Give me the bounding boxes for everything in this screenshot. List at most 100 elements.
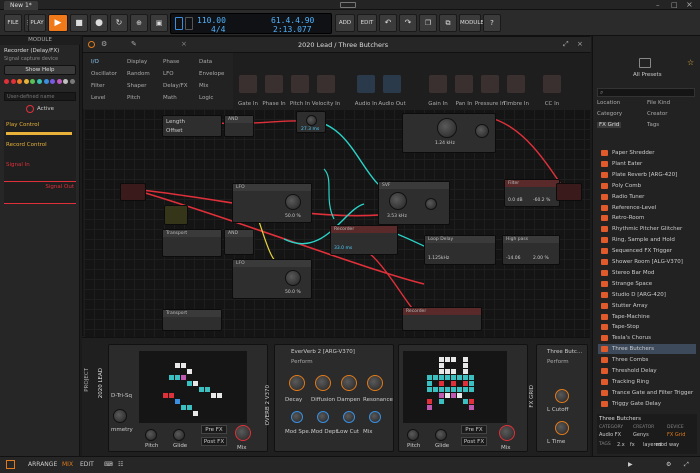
color-swatch[interactable] bbox=[63, 79, 69, 84]
module-category[interactable]: Random bbox=[127, 71, 150, 77]
pattern-cell[interactable] bbox=[463, 387, 468, 392]
filter-module-top[interactable]: 1.24 kHz bbox=[402, 113, 496, 153]
reverb-knob[interactable] bbox=[367, 375, 383, 391]
pattern-cell[interactable] bbox=[433, 387, 438, 392]
undo-icon[interactable]: ↶ bbox=[379, 14, 397, 32]
tag[interactable]: 2.x bbox=[617, 442, 625, 448]
play-button[interactable]: ▶ bbox=[48, 14, 68, 32]
post-fx-button[interactable]: Post FX bbox=[201, 437, 227, 446]
redo-icon[interactable]: ↷ bbox=[399, 14, 417, 32]
pattern-cell[interactable] bbox=[457, 393, 462, 398]
beat-position[interactable]: 61.4.4.90 bbox=[271, 16, 314, 25]
pattern-cell[interactable] bbox=[187, 369, 192, 374]
pattern-cell[interactable] bbox=[439, 375, 444, 380]
value-knob[interactable] bbox=[306, 115, 317, 126]
tempo-value[interactable]: 110.00 bbox=[197, 16, 226, 25]
pattern-cell[interactable] bbox=[439, 357, 444, 362]
pattern-cell[interactable] bbox=[445, 387, 450, 392]
preset-item[interactable]: Retro-Room bbox=[598, 213, 696, 223]
signal-out-port[interactable]: Signal Out bbox=[4, 182, 76, 204]
module-button[interactable]: MODULE bbox=[459, 14, 484, 32]
io-icon[interactable] bbox=[543, 75, 561, 93]
pattern-cell[interactable] bbox=[469, 387, 474, 392]
settings-icon[interactable]: ⚙ bbox=[666, 461, 671, 468]
pattern-cell[interactable] bbox=[199, 387, 204, 392]
color-swatch[interactable] bbox=[10, 79, 16, 84]
lfo-module[interactable]: LFO 50.0 % bbox=[232, 183, 312, 223]
copy-icon[interactable]: ❐ bbox=[419, 14, 437, 32]
resonance-knob[interactable] bbox=[475, 124, 489, 138]
duplicate-icon[interactable]: ⧉ bbox=[439, 14, 457, 32]
pre-fx-button[interactable]: Pre FX bbox=[201, 425, 227, 434]
svf-mod-knob[interactable] bbox=[425, 198, 437, 210]
svf-cutoff-knob[interactable] bbox=[389, 192, 407, 210]
perform-dropdown-2[interactable]: Perform bbox=[547, 359, 569, 365]
io-icon[interactable] bbox=[383, 75, 401, 93]
reverb-knob-2[interactable] bbox=[317, 411, 329, 423]
edit-button[interactable]: EDIT bbox=[357, 14, 377, 32]
color-swatch[interactable] bbox=[4, 79, 9, 84]
mixer-icon[interactable]: ☷ bbox=[118, 461, 123, 468]
power-icon[interactable] bbox=[26, 105, 34, 113]
edit-tab[interactable]: EDIT bbox=[80, 461, 94, 468]
tag[interactable]: way bbox=[669, 442, 679, 448]
module-category[interactable]: Phase bbox=[163, 59, 179, 65]
pattern-cell[interactable] bbox=[439, 369, 444, 374]
glide-knob-2[interactable] bbox=[435, 429, 447, 441]
glide-knob[interactable] bbox=[173, 429, 185, 441]
preset-item[interactable]: Stereo Bar Mod bbox=[598, 268, 696, 278]
pattern-cell[interactable] bbox=[439, 399, 444, 404]
io-icon[interactable] bbox=[239, 75, 257, 93]
audio-out-module[interactable] bbox=[556, 183, 582, 201]
pattern-cell[interactable] bbox=[193, 381, 198, 386]
module-category[interactable]: Oscillator bbox=[91, 71, 117, 77]
reverb-knob[interactable] bbox=[289, 375, 305, 391]
pattern-cell[interactable] bbox=[175, 375, 180, 380]
pattern-cell[interactable] bbox=[451, 381, 456, 386]
mix-tab[interactable]: MIX bbox=[62, 461, 73, 468]
pattern-cell[interactable] bbox=[427, 387, 432, 392]
pattern-cell[interactable] bbox=[469, 399, 474, 404]
pattern-cell[interactable] bbox=[463, 375, 468, 380]
lfo-module-2[interactable]: LFO 50.0 % bbox=[232, 259, 312, 299]
preset-list[interactable]: Paper Shredder Plant Eater Plate Reverb [A… bbox=[597, 148, 697, 410]
io-icon[interactable] bbox=[317, 75, 335, 93]
pattern-cell[interactable] bbox=[445, 375, 450, 380]
color-swatch[interactable] bbox=[17, 79, 23, 84]
preset-item[interactable]: Poly Comb bbox=[598, 181, 696, 191]
pattern-cell[interactable] bbox=[427, 375, 432, 380]
pattern-cell[interactable] bbox=[469, 375, 474, 380]
reverb-knob-2[interactable] bbox=[343, 411, 355, 423]
pattern-cell[interactable] bbox=[181, 405, 186, 410]
pattern-cell[interactable] bbox=[469, 405, 474, 410]
signal-in-port[interactable]: Signal In bbox=[4, 160, 76, 182]
preset-item[interactable]: Ring, Sample and Hold bbox=[598, 235, 696, 245]
browser-filter[interactable]: Tags bbox=[647, 122, 659, 128]
preset-item[interactable]: Threshold Delay bbox=[598, 366, 696, 376]
preset-item[interactable]: Three Combs bbox=[598, 355, 696, 365]
preset-item[interactable]: Radio Tuner bbox=[598, 192, 696, 202]
pattern-cell[interactable] bbox=[433, 375, 438, 380]
pattern-cell[interactable] bbox=[205, 387, 210, 392]
preset-item[interactable]: Sequenced FX Trigger bbox=[598, 246, 696, 256]
arrange-tab[interactable]: ARRANGE bbox=[28, 461, 57, 468]
module-category[interactable]: Display bbox=[127, 59, 147, 65]
stop-button[interactable]: ■ bbox=[70, 14, 88, 32]
io-icon[interactable] bbox=[291, 75, 309, 93]
time-signature[interactable]: 4/4 bbox=[211, 25, 225, 34]
module-category[interactable]: Level bbox=[91, 95, 106, 101]
file-button[interactable]: FILE bbox=[4, 14, 22, 32]
module-category[interactable]: LFO bbox=[163, 71, 174, 77]
pattern-cell[interactable] bbox=[451, 357, 456, 362]
pattern-display-1[interactable] bbox=[139, 351, 247, 423]
transport-module[interactable]: Transport bbox=[162, 229, 222, 257]
play-small-icon[interactable]: ▶ bbox=[628, 461, 633, 468]
expand-icon[interactable]: ⤢ bbox=[684, 461, 689, 469]
name-input[interactable]: User-defined name bbox=[4, 92, 76, 101]
preset-item[interactable]: Shower Room [ALG-V370] bbox=[598, 257, 696, 267]
time-knob[interactable] bbox=[555, 421, 569, 435]
preset-item[interactable]: Triggy Gate Delay bbox=[598, 399, 696, 409]
pattern-cell[interactable] bbox=[469, 381, 474, 386]
reverb-knob-2[interactable] bbox=[291, 411, 303, 423]
length-module[interactable]: Length Offset bbox=[162, 115, 222, 137]
